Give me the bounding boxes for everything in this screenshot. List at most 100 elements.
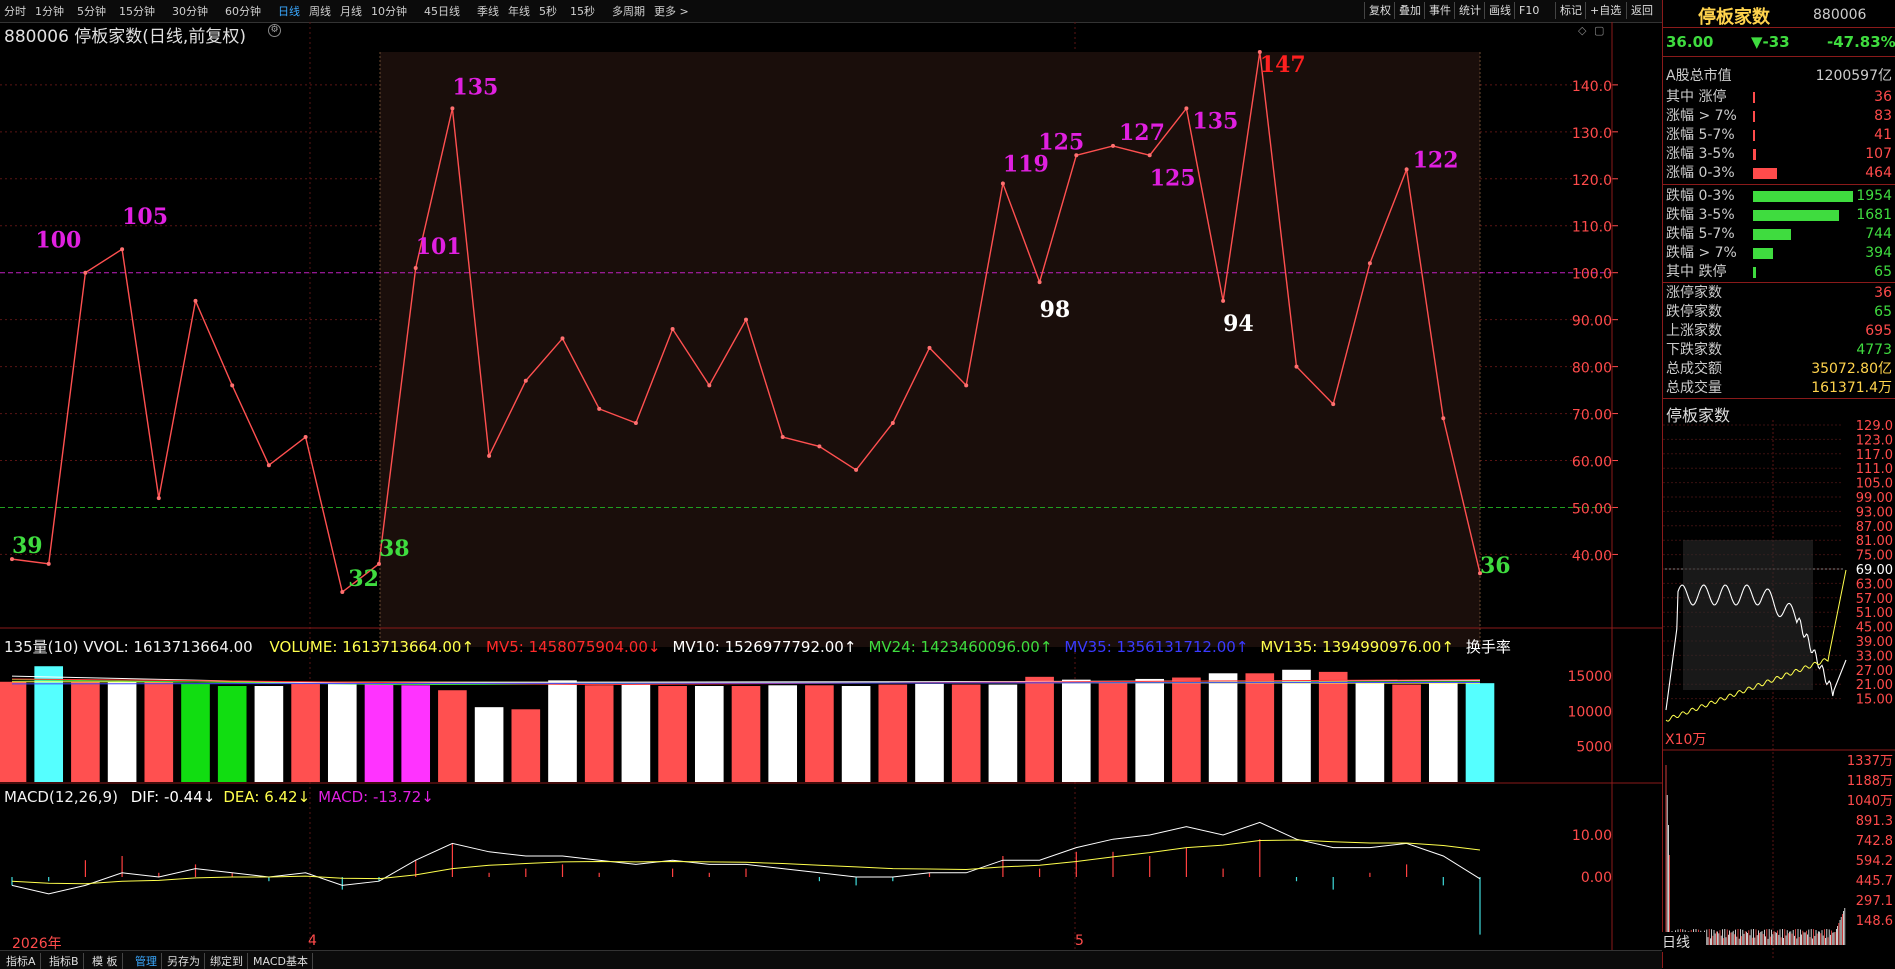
volume-bar bbox=[805, 685, 834, 782]
stat-row-3: 下跌家数 4773 bbox=[1666, 342, 1892, 358]
volume-axis-label: 15000 bbox=[1567, 669, 1612, 685]
stat-row-0: 涨停家数 36 bbox=[1666, 285, 1892, 301]
diamond-icon[interactable]: ◇ bbox=[1578, 24, 1586, 37]
period-tab-4[interactable]: 30分钟 bbox=[172, 3, 208, 19]
period-tab-2[interactable]: 5分钟 bbox=[77, 3, 106, 19]
mini-vol-axis-label: 297.1 bbox=[1856, 894, 1893, 909]
mini-axis-label: 33.00 bbox=[1856, 649, 1893, 664]
y-axis-label: 100.0 bbox=[1572, 267, 1612, 283]
data-point bbox=[560, 336, 565, 341]
volume-indicator-6: 换手率 bbox=[1465, 638, 1511, 656]
period-tab-16[interactable]: 更多 > bbox=[654, 3, 689, 19]
volume-bar bbox=[548, 680, 577, 782]
period-tab-13[interactable]: 5秒 bbox=[539, 3, 557, 19]
volume-bar bbox=[327, 683, 357, 782]
period-tab-6[interactable]: 日线 bbox=[278, 3, 300, 19]
toolbar-button-3[interactable]: 统计 bbox=[1454, 2, 1485, 19]
period-tab-15[interactable]: 多周期 bbox=[612, 3, 645, 19]
point-label: 38 bbox=[379, 536, 410, 562]
volume-bar bbox=[107, 681, 137, 782]
toolbar-button-4[interactable]: 画线 bbox=[1484, 2, 1515, 19]
indicator-tab-3[interactable]: 管理 bbox=[131, 953, 162, 969]
volume-indicator-1: MV5: 1458075904.00↓ bbox=[486, 638, 661, 656]
y-axis-label: 130.0 bbox=[1572, 126, 1612, 142]
period-tab-10[interactable]: 45日线 bbox=[424, 3, 460, 19]
period-tab-7[interactable]: 周线 bbox=[309, 3, 331, 19]
period-toolbar: 分时 1分钟 5分钟 15分钟 30分钟 60分钟 日线 周线 月线 10分钟 45日线 季线 年线 5秒… bbox=[0, 0, 1662, 23]
window-icon[interactable]: ▢ bbox=[1594, 24, 1604, 37]
volume-header: 135量(10) VVOL: 1613713664.00 VOLUME: 161… bbox=[4, 636, 1511, 657]
volume-bar bbox=[438, 690, 467, 782]
y-axis-label: 80.00 bbox=[1572, 361, 1612, 377]
volume-bar bbox=[621, 684, 651, 782]
volume-bar bbox=[1318, 671, 1348, 782]
toolbar-button-0[interactable]: 复权 bbox=[1364, 2, 1395, 19]
indicator-tab-4[interactable]: 另存为 bbox=[163, 953, 205, 969]
mini-axis-label: 99.00 bbox=[1856, 491, 1893, 506]
data-point bbox=[340, 590, 345, 594]
volume-indicator-0: VOLUME: 1613713664.00↑ bbox=[269, 638, 475, 656]
macd-axis-label: 10.00 bbox=[1572, 828, 1612, 844]
volume-bar bbox=[144, 681, 174, 782]
indicator-tab-2[interactable]: 模 板 bbox=[88, 953, 123, 969]
point-label: 98 bbox=[1040, 297, 1071, 323]
kline-chart[interactable]: 100 105 39 3238 101 135 119 98 125 127 125 135 94 147… bbox=[0, 22, 1662, 950]
quote-panel: 停板家数 880006 36.00 ▼-33 -47.83% A股总市值 120… bbox=[1662, 0, 1895, 968]
toolbar-button-7[interactable]: +自选 bbox=[1585, 2, 1625, 19]
indicator-tab-1[interactable]: 指标B bbox=[45, 953, 84, 969]
data-point bbox=[1331, 402, 1336, 407]
stat-row-1: 跌停家数 65 bbox=[1666, 304, 1892, 320]
volume-bar bbox=[511, 709, 541, 782]
indicator-tab-6[interactable]: MACD基本 bbox=[249, 953, 313, 969]
period-tab-8[interactable]: 月线 bbox=[340, 3, 362, 19]
period-tab-0[interactable]: 分时 bbox=[4, 3, 26, 19]
toolbar-button-8[interactable]: 返回 bbox=[1626, 2, 1657, 19]
mini-axis-label: 123.0 bbox=[1856, 433, 1893, 448]
data-point bbox=[707, 383, 712, 388]
macd-header: MACD(12,26,9) DIF: -0.44↓ DEA: 6.42↓ MACD:… bbox=[4, 788, 434, 806]
toolbar-button-6[interactable]: 标记 bbox=[1555, 2, 1586, 19]
settings-icon[interactable]: ⚙ bbox=[268, 24, 281, 37]
period-tab-12[interactable]: 年线 bbox=[508, 3, 530, 19]
indicator-tab-5[interactable]: 绑定到 bbox=[206, 953, 248, 969]
toolbar-button-2[interactable]: 事件 bbox=[1424, 2, 1455, 19]
period-tab-14[interactable]: 15秒 bbox=[570, 3, 595, 19]
data-point bbox=[156, 496, 161, 501]
period-tab-9[interactable]: 10分钟 bbox=[371, 3, 407, 19]
volume-bar bbox=[731, 686, 761, 782]
point-label: 122 bbox=[1413, 147, 1459, 173]
indicator-tab-0[interactable]: 指标A bbox=[2, 953, 41, 969]
toolbar-button-1[interactable]: 叠加 bbox=[1394, 2, 1425, 19]
volume-bar bbox=[584, 685, 614, 782]
stat-row-5: 总成交量 161371.4万 bbox=[1666, 380, 1892, 396]
point-label: 127 bbox=[1119, 120, 1165, 146]
period-tab-3[interactable]: 15分钟 bbox=[119, 3, 155, 19]
mini-axis-label: 93.00 bbox=[1856, 505, 1893, 520]
mini-period[interactable]: 日线 bbox=[1662, 932, 1706, 952]
data-point bbox=[744, 317, 748, 322]
mini-axis-label: 63.00 bbox=[1856, 577, 1893, 592]
volume-axis-label: 5000 bbox=[1576, 740, 1612, 756]
period-tab-5[interactable]: 60分钟 bbox=[225, 3, 261, 19]
dist-bar bbox=[1753, 92, 1755, 103]
volume-bar bbox=[768, 685, 798, 782]
period-tab-1[interactable]: 1分钟 bbox=[35, 3, 64, 19]
y-axis-label: 90.00 bbox=[1572, 314, 1612, 330]
data-point bbox=[670, 327, 675, 332]
data-point bbox=[1294, 364, 1299, 369]
period-tab-11[interactable]: 季线 bbox=[477, 3, 499, 19]
mini-axis-label: 39.00 bbox=[1856, 635, 1893, 650]
stat-row-2: 上涨家数 695 bbox=[1666, 323, 1892, 339]
mini-axis-label: 45.00 bbox=[1856, 621, 1893, 636]
toolbar-button-5[interactable]: F10 bbox=[1514, 2, 1543, 19]
data-point bbox=[120, 247, 125, 252]
dist-bar bbox=[1753, 191, 1853, 202]
point-label: 135 bbox=[452, 74, 498, 100]
y-axis-label: 140.0 bbox=[1572, 79, 1612, 95]
volume-bar bbox=[401, 685, 431, 782]
mini-intraday-chart[interactable]: 129.0123.0117.0111.0105.099.0093.0087.00… bbox=[1663, 420, 1895, 960]
point-label: 101 bbox=[416, 234, 462, 260]
macd-indicator-1: DEA: 6.42↓ bbox=[223, 788, 311, 806]
data-point bbox=[83, 270, 88, 275]
volume-bar bbox=[0, 681, 27, 782]
